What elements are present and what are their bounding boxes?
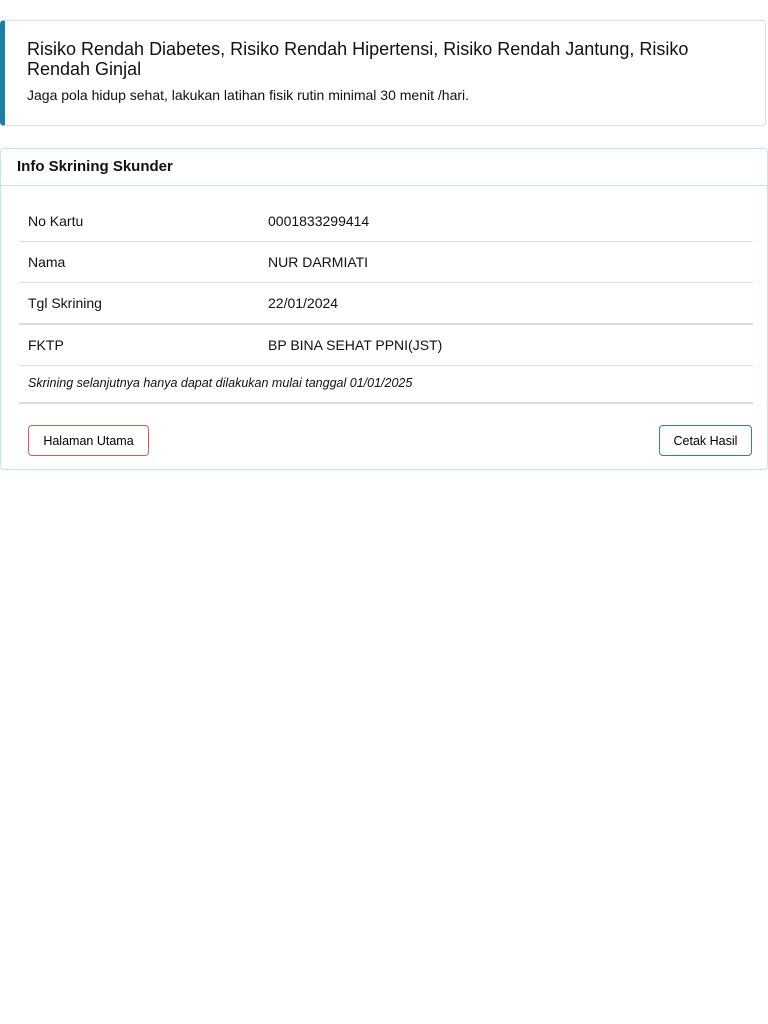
table-row: FKTP BP BINA SEHAT PPNI(JST) [19,324,753,366]
home-button[interactable]: Halaman Utama [28,425,149,456]
table-row: Tgl Skrining 22/01/2024 [19,282,753,325]
risk-alert: Risiko Rendah Diabetes, Risiko Rendah Hi… [0,20,766,126]
row-label: No Kartu [19,201,259,242]
alert-title: Risiko Rendah Diabetes, Risiko Rendah Hi… [27,39,689,79]
card-title: Info Skrining Skunder [1,149,767,186]
row-label: Tgl Skrining [19,282,259,325]
row-label: FKTP [19,324,259,366]
table-row: No Kartu 0001833299414 [19,201,753,242]
table-row: Nama NUR DARMIATI [19,241,753,283]
next-screening-note: Skrining selanjutnya hanya dapat dilakuk… [19,366,753,404]
row-label: Nama [19,241,259,283]
row-value: BP BINA SEHAT PPNI(JST) [259,324,753,366]
print-result-button[interactable]: Cetak Hasil [659,425,752,456]
row-value: 22/01/2024 [259,282,753,325]
info-table: No Kartu 0001833299414 Nama NUR DARMIATI T… [19,201,753,366]
row-value: NUR DARMIATI [259,241,753,283]
row-value: 0001833299414 [259,201,753,242]
screening-info-card: Info Skrining Skunder No Kartu 0001833299… [0,148,768,470]
alert-message: Jaga pola hidup sehat, lakukan latihan f… [27,87,470,103]
